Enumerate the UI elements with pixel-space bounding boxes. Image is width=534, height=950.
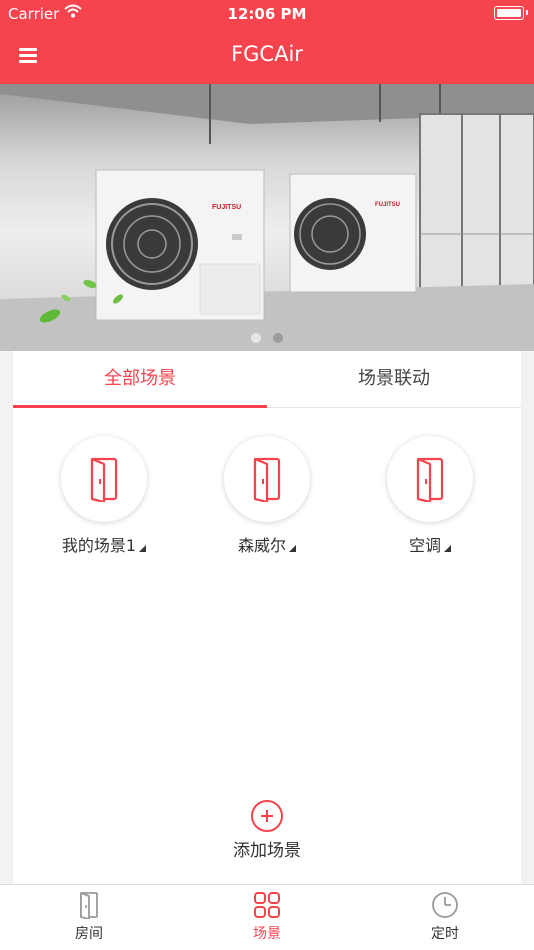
plus-circle-icon[interactable]: [251, 800, 283, 832]
door-icon: [80, 892, 98, 919]
scene-item[interactable]: 我的场景1: [34, 436, 174, 556]
door-icon: [90, 457, 118, 502]
dropdown-caret-icon[interactable]: [444, 545, 451, 552]
nav-bar: FGCAir: [0, 28, 534, 84]
add-scene-button[interactable]: 添加场景: [203, 800, 331, 861]
scene-label: 森威尔: [197, 532, 337, 556]
bottom-tab-bar: 房间 场景 定时: [0, 884, 534, 950]
svg-text:FUJITSU: FUJITSU: [375, 202, 400, 208]
tab-rooms[interactable]: 房间: [0, 891, 178, 943]
scene-tabs: 全部场景 场景联动: [13, 351, 521, 408]
scene-card: 全部场景 场景联动 我的场景1 森威尔 空调 添加场景: [13, 351, 521, 884]
air-conditioner-photo: FUJITSU FUJITSU: [0, 84, 534, 351]
scene-icon-circle[interactable]: [61, 436, 147, 522]
dropdown-caret-icon[interactable]: [139, 545, 147, 552]
carousel-dot-1[interactable]: [251, 333, 262, 343]
battery-icon: [494, 6, 528, 20]
tab-label: 房间: [75, 926, 103, 942]
scene-icon-circle[interactable]: [387, 436, 473, 522]
carousel-dot-2[interactable]: [272, 333, 283, 343]
tab-all-scenes[interactable]: 全部场景: [13, 351, 267, 408]
tab-scene-linkage[interactable]: 场景联动: [267, 351, 521, 408]
scene-item[interactable]: 空调: [360, 436, 500, 556]
svg-text:FUJITSU: FUJITSU: [212, 204, 241, 211]
grid-icon: [254, 892, 280, 918]
tab-underline: [13, 405, 267, 408]
door-icon: [253, 457, 281, 502]
tab-timer[interactable]: 定时: [356, 891, 534, 943]
clock-icon: [432, 892, 458, 918]
banner-carousel[interactable]: FUJITSU FUJITSU: [0, 84, 534, 351]
tab-label: 定时: [431, 926, 459, 942]
app-title: FGCAir: [231, 42, 303, 66]
carousel-dots[interactable]: [0, 328, 534, 347]
scene-label: 我的场景1: [34, 532, 174, 556]
add-scene-label: 添加场景: [233, 841, 301, 861]
status-time: 12:06 PM: [227, 5, 307, 23]
door-icon: [416, 457, 444, 502]
tab-label: 场景: [253, 926, 281, 942]
tab-scenes[interactable]: 场景: [178, 891, 356, 943]
status-bar: Carrier 12:06 PM: [0, 0, 534, 28]
scene-icon-circle[interactable]: [224, 436, 310, 522]
dropdown-caret-icon[interactable]: [289, 545, 296, 552]
scene-item[interactable]: 森威尔: [197, 436, 337, 556]
scene-label: 空调: [360, 532, 500, 556]
